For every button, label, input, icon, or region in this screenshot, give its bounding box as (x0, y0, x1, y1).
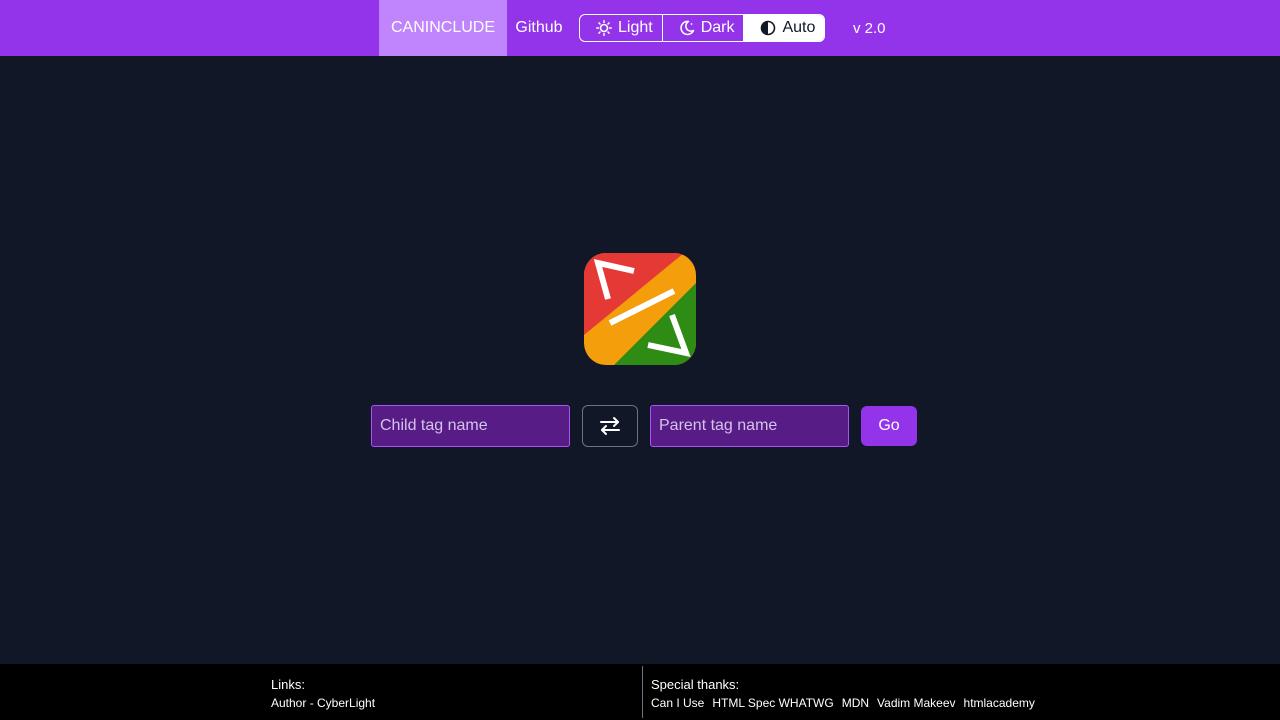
theme-auto-button[interactable]: Auto (744, 15, 825, 41)
swap-arrows-icon (600, 417, 620, 435)
footer-divider (642, 666, 643, 718)
footer (0, 664, 1280, 720)
brand-link[interactable]: CANINCLUDE (379, 0, 507, 56)
footer-link-htmlacademy[interactable]: htmlacademy (964, 696, 1035, 710)
version-label: v 2.0 (853, 19, 886, 37)
footer-link-caniuse[interactable]: Can I Use (651, 696, 704, 710)
swap-button[interactable] (582, 405, 638, 447)
footer-thanks-section: Special thanks: Can I Use HTML Spec WHAT… (651, 677, 1035, 710)
sun-icon (596, 20, 612, 36)
theme-dark-label: Dark (700, 19, 735, 36)
footer-thanks-heading: Special thanks: (651, 677, 740, 692)
footer-link-vadim-makeev[interactable]: Vadim Makeev (877, 696, 955, 710)
contrast-icon (761, 20, 776, 36)
footer-links-section: Links: Author - CyberLight (271, 677, 375, 710)
theme-light-button[interactable]: Light (580, 15, 663, 41)
moon-icon (680, 20, 694, 36)
top-navbar: CANINCLUDE Github Light Dark Auto v 2.0 (0, 0, 1280, 56)
child-tag-input[interactable] (371, 405, 570, 447)
footer-links-heading: Links: (271, 677, 305, 692)
code-tag-logo-icon (584, 253, 696, 365)
theme-dark-button[interactable]: Dark (663, 15, 745, 41)
theme-auto-label: Auto (782, 19, 816, 36)
footer-link-author[interactable]: Author - CyberLight (271, 696, 375, 710)
go-button[interactable]: Go (861, 406, 917, 446)
footer-link-whatwg[interactable]: HTML Spec WHATWG (712, 696, 833, 710)
footer-link-mdn[interactable]: MDN (842, 696, 869, 710)
theme-switcher: Light Dark Auto (579, 14, 826, 42)
app-logo (584, 253, 696, 365)
parent-tag-input[interactable] (650, 405, 849, 447)
theme-light-label: Light (618, 19, 653, 36)
github-link[interactable]: Github (507, 0, 571, 56)
